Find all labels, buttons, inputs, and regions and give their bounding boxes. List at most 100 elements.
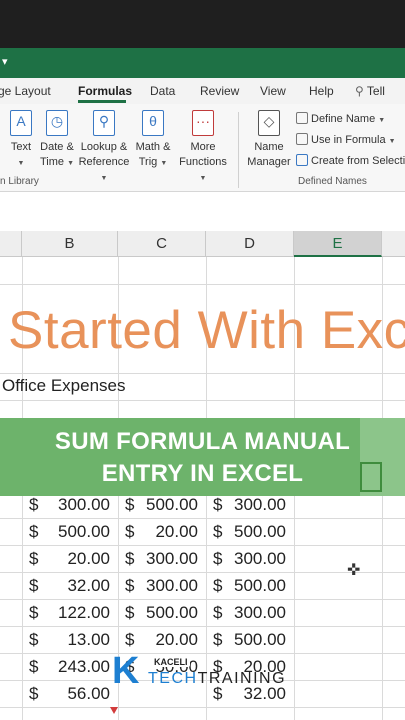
expense-cell[interactable]: $300.00 [206,545,294,572]
expense-cell[interactable]: $500.00 [206,626,294,653]
tell-me-label: Tell [366,84,385,98]
amount-value: 20.00 [155,522,198,541]
text-functions-button[interactable]: A Text ▼ [8,110,34,171]
expense-cell[interactable]: $500.00 [118,599,206,626]
video-title-overlay: SUM FORMULA MANUAL ENTRY IN EXCEL [0,418,405,496]
logo-tech-text: TECH [148,670,198,687]
expense-cell[interactable]: $13.00 [22,626,118,653]
use-in-formula-button[interactable]: Use in Formula ▼ [296,133,396,146]
cell-cursor-icon: ✜ [347,562,361,579]
quick-access-dropdown-icon[interactable]: ▾ [2,55,8,68]
currency-symbol: $ [125,576,135,595]
expense-cell[interactable]: $56.00 [22,680,118,707]
grid-line [0,284,405,285]
expense-cell[interactable]: $300.00 [118,545,206,572]
text-button-label: Text [10,141,32,153]
column-headers: B C D E [0,231,405,257]
chevron-down-icon: ▼ [100,175,108,182]
currency-symbol: $ [125,630,135,649]
currency-symbol: $ [213,576,223,595]
math-label-1: Math & [135,141,171,153]
excel-title-bar: ▾ [0,48,405,78]
currency-symbol: $ [29,603,39,622]
amount-value: 56.00 [67,684,110,703]
lookup-label-1: Lookup & [80,141,128,153]
column-header-E[interactable]: E [294,231,382,257]
expense-cell[interactable]: $300.00 [206,599,294,626]
amount-value: 20.00 [67,549,110,568]
expense-cell[interactable]: $500.00 [206,518,294,545]
expense-cell[interactable]: $122.00 [22,599,118,626]
tab-formulas[interactable]: Formulas [78,84,132,98]
tab-page-layout[interactable]: ge Layout [0,84,51,98]
tab-review[interactable]: Review [200,84,239,98]
expense-cell[interactable]: $243.00 [22,653,118,680]
amount-value: 243.00 [58,657,110,676]
ribbon-separator [238,112,239,188]
clock-icon: ◷ [46,110,68,136]
chevron-down-icon: ▼ [388,138,396,145]
expense-cell[interactable]: $300.00 [118,572,206,599]
column-header-B[interactable]: B [22,231,118,257]
expense-cell[interactable]: $500.00 [22,518,118,545]
more-label-2: Functions [179,156,227,168]
kaceli-logo: K KACELI TECHTRAINING [112,650,285,692]
date-time-button[interactable]: ◷ Date & Time ▼ [38,110,76,171]
defined-names-label: Defined Names [298,176,367,187]
chevron-down-icon: ▼ [17,160,25,167]
amount-value: 500.00 [234,630,286,649]
tab-view[interactable]: View [260,84,286,98]
expense-cell[interactable]: $20.00 [118,626,206,653]
amount-value: 500.00 [234,522,286,541]
active-cell-outline[interactable] [360,462,382,492]
currency-symbol: $ [29,522,39,541]
name-manager-button[interactable]: ◇ Name Manager [246,110,292,170]
date-label-2: Time [39,156,65,168]
amount-value: 32.00 [67,576,110,595]
sheet-banner-title: Started With Exc [8,301,405,360]
name-manager-label-1: Name [254,141,284,153]
column-header-A[interactable] [0,231,22,257]
text-function-icon: A [10,110,32,136]
create-from-selection-button[interactable]: Create from Selection [296,154,405,167]
currency-symbol: $ [125,549,135,568]
active-tab-indicator [78,100,126,103]
chevron-down-icon: ▼ [199,175,207,182]
formulas-ribbon: A Text ▼ ◷ Date & Time ▼ ⚲ Lookup & Referen… [0,104,405,192]
expense-cell[interactable]: $32.00 [22,572,118,599]
tag-icon [296,112,308,124]
grid-line [0,707,405,708]
logo-k-mark: K [112,650,140,692]
formula-icon [296,133,308,145]
amount-value: 13.00 [67,630,110,649]
amount-value: 122.00 [58,603,110,622]
amount-value: 20.00 [155,630,198,649]
chevron-down-icon: ▼ [67,160,75,167]
define-name-label: Define Name [311,113,376,125]
expense-cell[interactable]: $20.00 [22,545,118,572]
lookup-reference-button[interactable]: ⚲ Lookup & Reference ▼ [78,110,130,186]
currency-symbol: $ [213,549,223,568]
currency-symbol: $ [213,603,223,622]
tell-me-search[interactable]: ⚲ Tell [355,84,385,98]
name-manager-label-2: Manager [247,156,291,168]
logo-training-text: TRAINING [197,670,287,687]
overlay-line-2: ENTRY IN EXCEL [101,460,304,487]
sheet-subheading: Office Expenses [2,376,126,395]
column-header-C[interactable]: C [118,231,206,257]
tab-help[interactable]: Help [309,84,334,98]
currency-symbol: $ [29,576,39,595]
currency-symbol: $ [29,657,39,676]
column-header-D[interactable]: D [206,231,294,257]
expense-cell[interactable]: $500.00 [206,572,294,599]
amount-value: 500.00 [58,522,110,541]
currency-symbol: $ [29,549,39,568]
grid-line [0,400,405,401]
define-name-button[interactable]: Define Name ▼ [296,112,385,125]
math-trig-button[interactable]: θ Math & Trig ▼ [134,110,172,171]
amount-value: 500.00 [234,576,286,595]
more-functions-button[interactable]: ··· More Functions ▼ [176,110,230,186]
tab-data[interactable]: Data [150,84,175,98]
expense-cell[interactable]: $20.00 [118,518,206,545]
grid-line [0,373,405,374]
